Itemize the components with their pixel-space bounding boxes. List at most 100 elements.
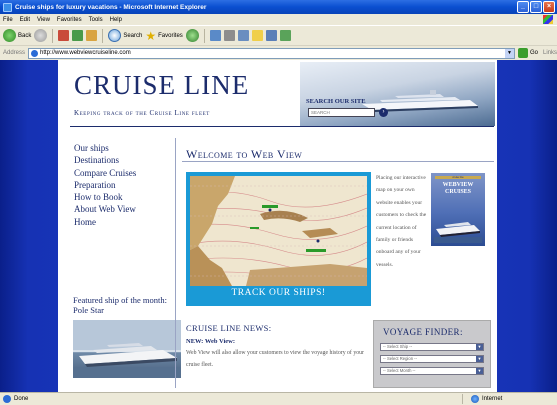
go-label: Go: [529, 50, 538, 56]
address-dropdown-icon[interactable]: ▼: [504, 48, 514, 58]
back-label: Back: [18, 32, 32, 39]
track-ships-map[interactable]: TRACK OUR SHIPS!: [186, 172, 371, 306]
nav-preparation[interactable]: Preparation: [74, 179, 136, 191]
main-nav: Our ships Destinations Compare Cruises P…: [74, 142, 136, 228]
voyage-finder: VOYAGE FINDER: -- Select Ship -- ▼ -- Se…: [373, 320, 491, 388]
menu-tools[interactable]: Tools: [89, 17, 103, 23]
stop-icon[interactable]: [58, 30, 70, 41]
page-done-icon: [3, 395, 11, 403]
go-button[interactable]: Go: [517, 48, 538, 58]
address-label: Address: [3, 50, 26, 56]
menu-edit[interactable]: Edit: [20, 17, 30, 23]
nav-destinations[interactable]: Destinations: [74, 154, 136, 166]
site-search-go-icon[interactable]: ›: [379, 108, 388, 117]
toolbar-separator: [203, 28, 205, 43]
favorites-label: Favorites: [158, 32, 183, 39]
favorites-button[interactable]: ★ Favorites: [145, 30, 182, 42]
news-heading: CRUISE LINE NEWS:: [186, 323, 272, 333]
featured-ship-photo: [73, 320, 181, 378]
featured-ship-image[interactable]: [73, 320, 181, 378]
site-logo[interactable]: CRUISE LINE: [74, 70, 249, 101]
site-search-label: SEARCH OUR SITE: [306, 98, 366, 105]
voyage-finder-heading: VOYAGE FINDER:: [383, 327, 463, 337]
webview-badge-bar: cruise line: [435, 176, 481, 179]
caribbean-map: [190, 176, 367, 286]
chevron-down-icon: ▼: [476, 368, 483, 374]
address-bar: Address http://www.webviewcruiseline.com…: [0, 45, 557, 60]
track-ships-label[interactable]: TRACK OUR SHIPS!: [186, 288, 371, 298]
status-bar: Done Internet: [0, 392, 557, 405]
menu-favorites[interactable]: Favorites: [57, 17, 82, 23]
select-ship-value: -- Select Ship --: [383, 344, 413, 349]
search-label: Search: [123, 32, 143, 39]
refresh-icon[interactable]: [72, 30, 84, 41]
search-button[interactable]: Search: [108, 29, 142, 42]
promo-paragraph: Placing our interactive map on your own …: [376, 175, 427, 268]
site-search-input[interactable]: [308, 108, 375, 117]
messenger-icon[interactable]: [265, 30, 277, 41]
mail-icon[interactable]: [209, 30, 221, 41]
star-icon: ★: [145, 28, 157, 43]
news-subheading[interactable]: NEW: Web View:: [186, 338, 235, 345]
toolbar-separator: [102, 28, 104, 43]
ship-silhouette-icon: [362, 90, 478, 112]
web-page: CRUISE LINE Keeping track of the Cruise …: [58, 60, 497, 392]
security-zone: Internet: [462, 394, 502, 404]
menu-view[interactable]: View: [37, 17, 50, 23]
back-arrow-icon: [3, 29, 16, 42]
window-title: Cruise ships for luxury vacations - Micr…: [15, 3, 207, 11]
links-label[interactable]: Links: [543, 50, 557, 56]
search-icon: [108, 29, 122, 42]
select-region-value: -- Select Region --: [383, 356, 417, 361]
address-input[interactable]: http://www.webviewcruiseline.com ▼: [28, 47, 515, 59]
menu-help[interactable]: Help: [110, 17, 122, 23]
webview-badge-line1: WEBVIEW: [442, 182, 474, 188]
welcome-heading: Welcome to Web View: [186, 147, 303, 161]
select-ship-dropdown[interactable]: -- Select Ship -- ▼: [380, 343, 484, 351]
welcome-divider: [182, 161, 494, 162]
internet-zone-icon: [471, 395, 479, 403]
folder-icon[interactable]: [251, 30, 263, 41]
map-graphic: [190, 176, 367, 286]
nav-compare-cruises[interactable]: Compare Cruises: [74, 167, 136, 179]
webview-ship-icon: [434, 222, 482, 243]
zone-label: Internet: [482, 396, 503, 402]
toolbar-separator: [52, 28, 54, 43]
back-button[interactable]: Back: [3, 29, 31, 42]
forward-button[interactable]: [34, 29, 48, 42]
window-controls: _ □ ×: [517, 1, 555, 13]
page-icon: [31, 49, 39, 57]
select-month-value: -- Select Month --: [383, 368, 416, 373]
nav-our-ships[interactable]: Our ships: [74, 142, 136, 154]
home-icon[interactable]: [86, 30, 98, 41]
windows-logo-icon: [543, 15, 553, 24]
webview-promo-image[interactable]: cruise line WEBVIEW CRUISES: [431, 173, 485, 246]
edit-icon[interactable]: [237, 30, 249, 41]
close-button[interactable]: ×: [543, 1, 555, 13]
nav-how-to-book[interactable]: How to Book: [74, 191, 136, 203]
history-icon[interactable]: [185, 29, 199, 42]
chevron-down-icon: ▼: [476, 356, 483, 362]
window-titlebar: Cruise ships for luxury vacations - Micr…: [0, 0, 557, 14]
select-month-dropdown[interactable]: -- Select Month -- ▼: [380, 367, 484, 375]
featured-ship-title: Featured ship of the month: Pole Star: [73, 295, 167, 315]
discuss-icon[interactable]: [279, 30, 291, 41]
select-region-dropdown[interactable]: -- Select Region -- ▼: [380, 355, 484, 363]
browser-toolbar: Back Search ★ Favorites: [0, 25, 557, 45]
nav-home[interactable]: Home: [74, 216, 136, 228]
browser-viewport: CRUISE LINE Keeping track of the Cruise …: [0, 60, 557, 392]
column-divider: [175, 138, 176, 388]
header-divider: [70, 126, 494, 127]
menu-file[interactable]: File: [3, 17, 13, 23]
print-icon[interactable]: [223, 30, 235, 41]
go-arrow-icon: [517, 48, 528, 58]
address-url: http://www.webviewcruiseline.com: [40, 50, 131, 56]
site-tagline: Keeping track of the Cruise Line fleet: [74, 109, 210, 117]
chevron-down-icon: ▼: [476, 344, 483, 350]
webview-badge-line2: CRUISES: [444, 189, 471, 195]
ie-app-icon: [3, 2, 12, 12]
nav-about-web-view[interactable]: About Web View: [74, 203, 136, 215]
minimize-button[interactable]: _: [517, 1, 529, 13]
maximize-button[interactable]: □: [530, 1, 542, 13]
status-text: Done: [14, 396, 29, 402]
